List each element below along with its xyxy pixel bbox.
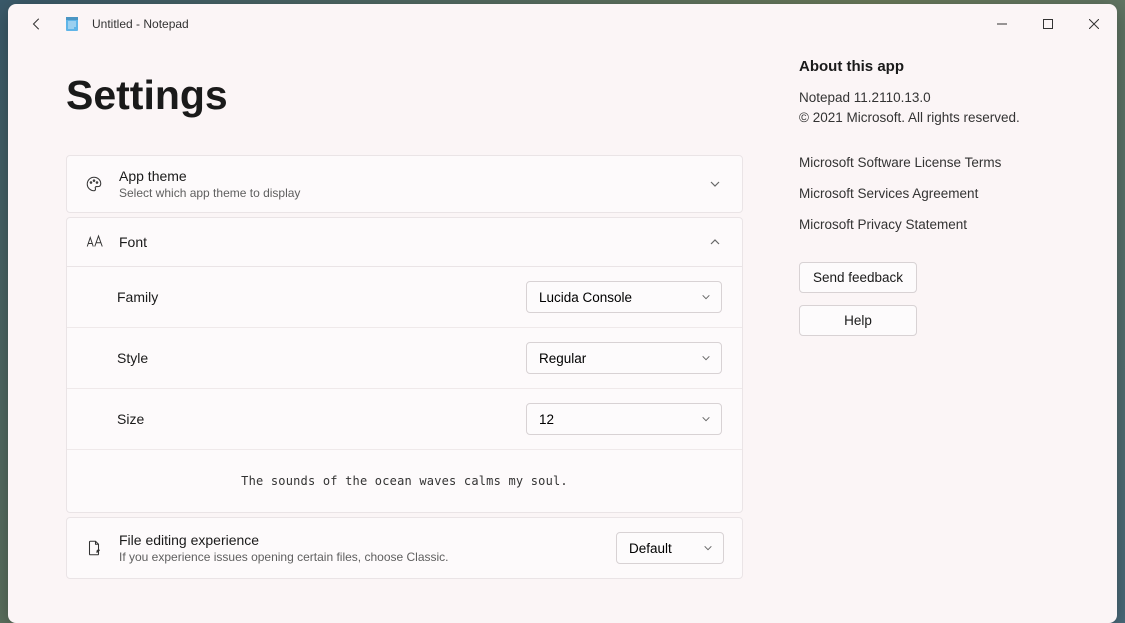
maximize-button[interactable] [1025,4,1071,44]
about-version: Notepad 11.2110.13.0 [799,89,1059,107]
send-feedback-button[interactable]: Send feedback [799,262,917,293]
font-style-label: Style [117,350,526,366]
close-icon [1089,19,1099,29]
font-icon [83,233,105,251]
about-links: Microsoft Software License Terms Microso… [799,155,1059,232]
about-buttons: Send feedback Help [799,262,1059,336]
window-controls [979,4,1117,44]
document-edit-icon [83,539,105,557]
font-size-value: 12 [539,412,701,427]
file-editing-titles: File editing experience If you experienc… [119,532,616,564]
app-theme-title: App theme [119,168,708,184]
file-editing-subtitle: If you experience issues opening certain… [119,550,616,564]
font-preview: The sounds of the ocean waves calms my s… [67,449,742,512]
font-style-row: Style Regular [67,327,742,388]
font-family-value: Lucida Console [539,290,701,305]
services-agreement-link[interactable]: Microsoft Services Agreement [799,186,1059,201]
about-copyright: © 2021 Microsoft. All rights reserved. [799,109,1059,127]
privacy-statement-link[interactable]: Microsoft Privacy Statement [799,217,1059,232]
font-title: Font [119,234,708,250]
font-card: Font Family Lucida Console [66,217,743,513]
maximize-icon [1043,19,1053,29]
help-button[interactable]: Help [799,305,917,336]
file-editing-value: Default [629,541,703,556]
titlebar: Untitled - Notepad [8,4,1117,44]
file-editing-row: File editing experience If you experienc… [67,518,742,578]
chevron-down-icon [708,177,722,191]
close-button[interactable] [1071,4,1117,44]
font-size-label: Size [117,411,526,427]
back-button[interactable] [22,9,52,39]
window-title: Untitled - Notepad [92,17,189,31]
font-family-label: Family [117,289,526,305]
app-theme-titles: App theme Select which app theme to disp… [119,168,708,200]
font-size-dropdown[interactable]: 12 [526,403,722,435]
font-sub-rows: Family Lucida Console Style Regular [67,266,742,512]
minimize-icon [997,19,1007,29]
palette-icon [83,175,105,193]
chevron-down-icon [703,543,713,553]
chevron-down-icon [701,292,711,302]
font-size-row: Size 12 [67,388,742,449]
chevron-down-icon [701,353,711,363]
font-titles: Font [119,234,708,250]
settings-main: Settings App theme Select which app them… [66,44,743,593]
font-family-row: Family Lucida Console [67,267,742,327]
font-style-dropdown[interactable]: Regular [526,342,722,374]
chevron-down-icon [701,414,711,424]
app-theme-expander[interactable]: App theme Select which app theme to disp… [67,156,742,212]
notepad-settings-window: Untitled - Notepad Settings [8,4,1117,623]
license-terms-link[interactable]: Microsoft Software License Terms [799,155,1059,170]
about-heading: About this app [799,58,1059,75]
page-title: Settings [66,72,743,119]
about-sidebar: About this app Notepad 11.2110.13.0 © 20… [799,44,1059,593]
file-editing-card: File editing experience If you experienc… [66,517,743,579]
app-theme-subtitle: Select which app theme to display [119,186,708,200]
content-area: Settings App theme Select which app them… [8,44,1117,623]
back-arrow-icon [30,17,44,31]
font-family-dropdown[interactable]: Lucida Console [526,281,722,313]
minimize-button[interactable] [979,4,1025,44]
font-expander[interactable]: Font [67,218,742,266]
app-theme-card: App theme Select which app theme to disp… [66,155,743,213]
file-editing-title: File editing experience [119,532,616,548]
notepad-app-icon [64,16,80,32]
chevron-up-icon [708,235,722,249]
font-style-value: Regular [539,351,701,366]
file-editing-dropdown[interactable]: Default [616,532,724,564]
